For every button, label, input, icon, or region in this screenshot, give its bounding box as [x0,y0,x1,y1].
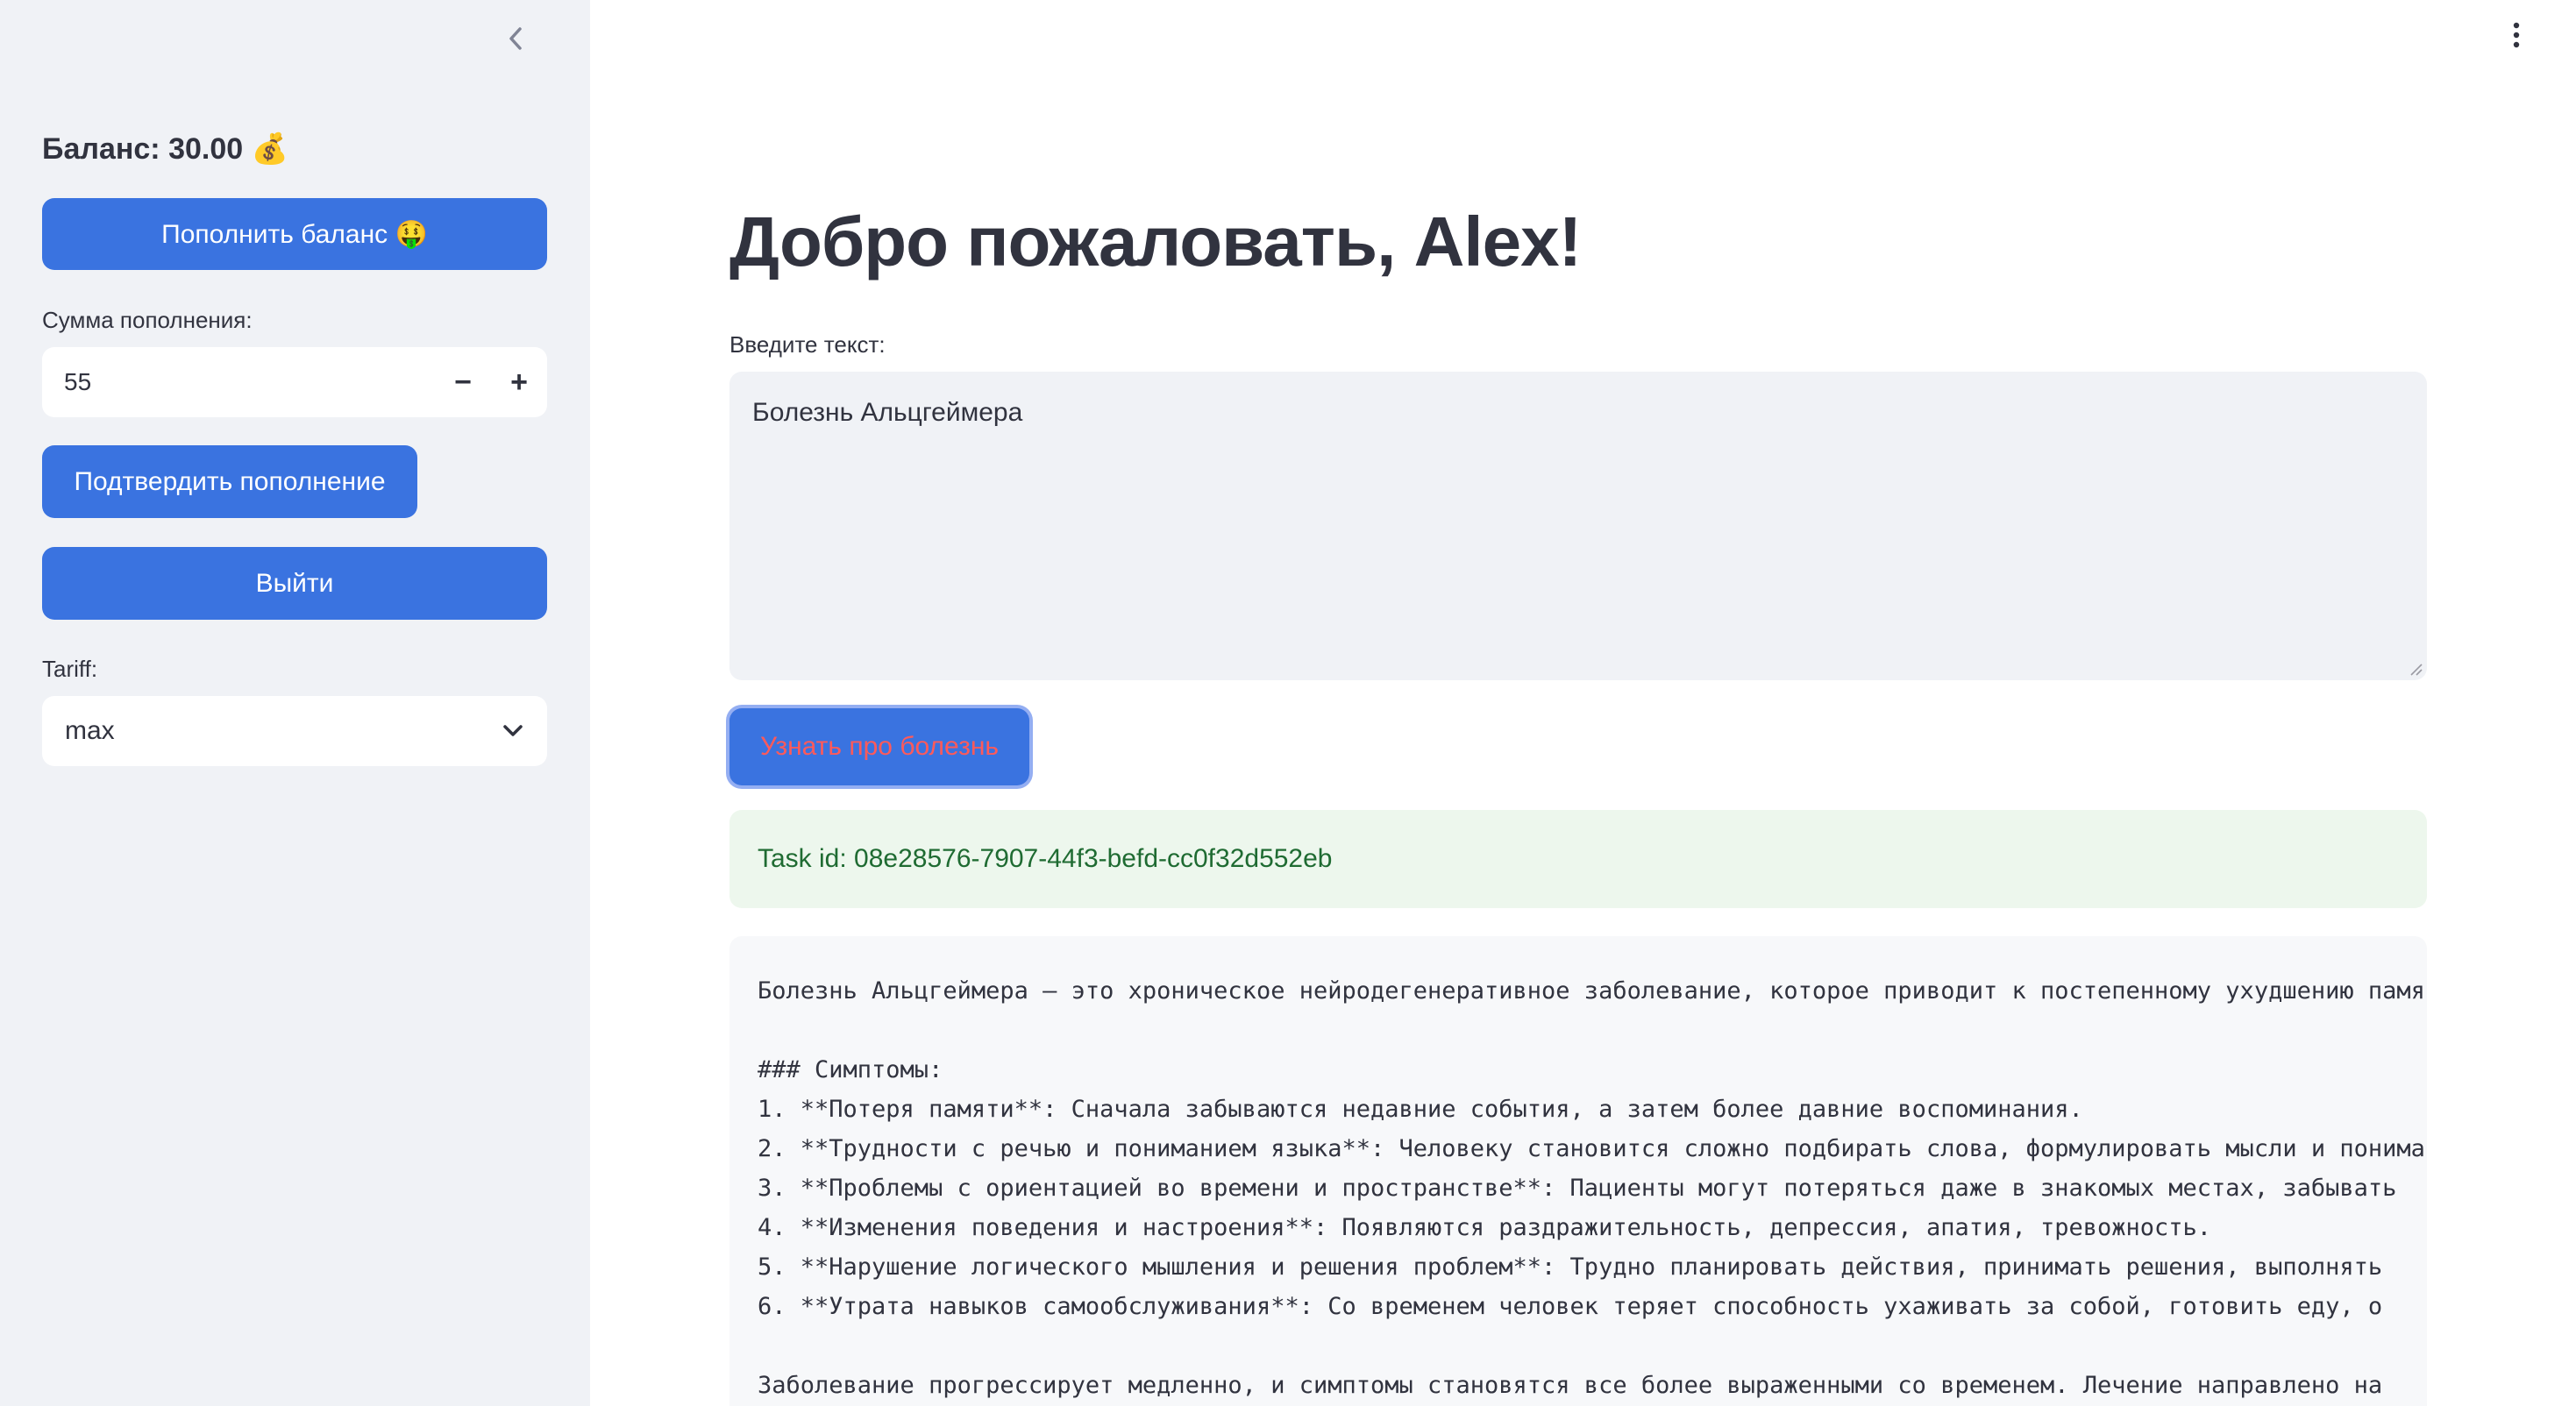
tariff-selected-value: max [65,716,115,745]
response-line: 1. **Потеря памяти**: Сначала забываются… [758,1096,2083,1123]
text-input-value: Болезнь Альцгеймера [752,398,1023,427]
task-id-alert: Task id: 08e28576-7907-44f3-befd-cc0f32d… [729,810,2427,908]
kebab-menu-icon [2513,22,2520,48]
response-line: 3. **Проблемы с ориентацией во времени и… [758,1175,2397,1202]
response-line: 2. **Трудности с речью и пониманием язык… [758,1135,2427,1162]
resize-handle-icon[interactable] [2408,661,2423,677]
text-input-area[interactable]: Болезнь Альцгеймера [729,372,2427,680]
response-line: Болезнь Альцгеймера — это хроническое не… [758,977,2427,1005]
response-line: ### Симптомы: [758,1056,943,1083]
page-title: Добро пожаловать, Alex! [729,202,1582,280]
sidebar: Баланс: 30.00 💰 Пополнить баланс 🤑 Сумма… [0,0,590,1406]
amount-label: Сумма пополнения: [42,307,253,333]
response-code-block: Болезнь Альцгеймера — это хроническое не… [729,936,2427,1406]
response-line [758,1011,2399,1050]
logout-button[interactable]: Выйти [42,547,547,620]
decrement-button[interactable]: − [435,347,491,417]
amount-input[interactable]: 55 [42,368,435,396]
response-line: 4. **Изменения поведения и настроения**:… [758,1214,2212,1241]
amount-number-input: 55 − + [42,347,547,417]
response-line [758,1326,2399,1366]
response-line: 5. **Нарушение логического мышления и ре… [758,1253,2383,1281]
text-input-label: Введите текст: [729,331,886,358]
chevron-down-icon [503,725,523,736]
collapse-sidebar-button[interactable] [498,21,533,56]
main-menu-button[interactable] [2499,18,2534,53]
confirm-topup-button[interactable]: Подтвердить пополнение [42,445,417,518]
increment-button[interactable]: + [491,347,547,417]
response-line: Заболевание прогрессирует медленно, и си… [758,1372,2383,1399]
app: Баланс: 30.00 💰 Пополнить баланс 🤑 Сумма… [0,0,2576,1406]
topup-balance-button[interactable]: Пополнить баланс 🤑 [42,198,547,270]
chevron-left-icon [509,27,522,50]
tariff-select[interactable]: max [42,696,547,766]
balance-text: Баланс: 30.00 💰 [42,132,288,166]
response-line: 6. **Утрата навыков самообслуживания**: … [758,1293,2383,1320]
tariff-label: Tariff: [42,656,98,682]
ask-disease-button[interactable]: Узнать про болезнь [729,708,1029,785]
